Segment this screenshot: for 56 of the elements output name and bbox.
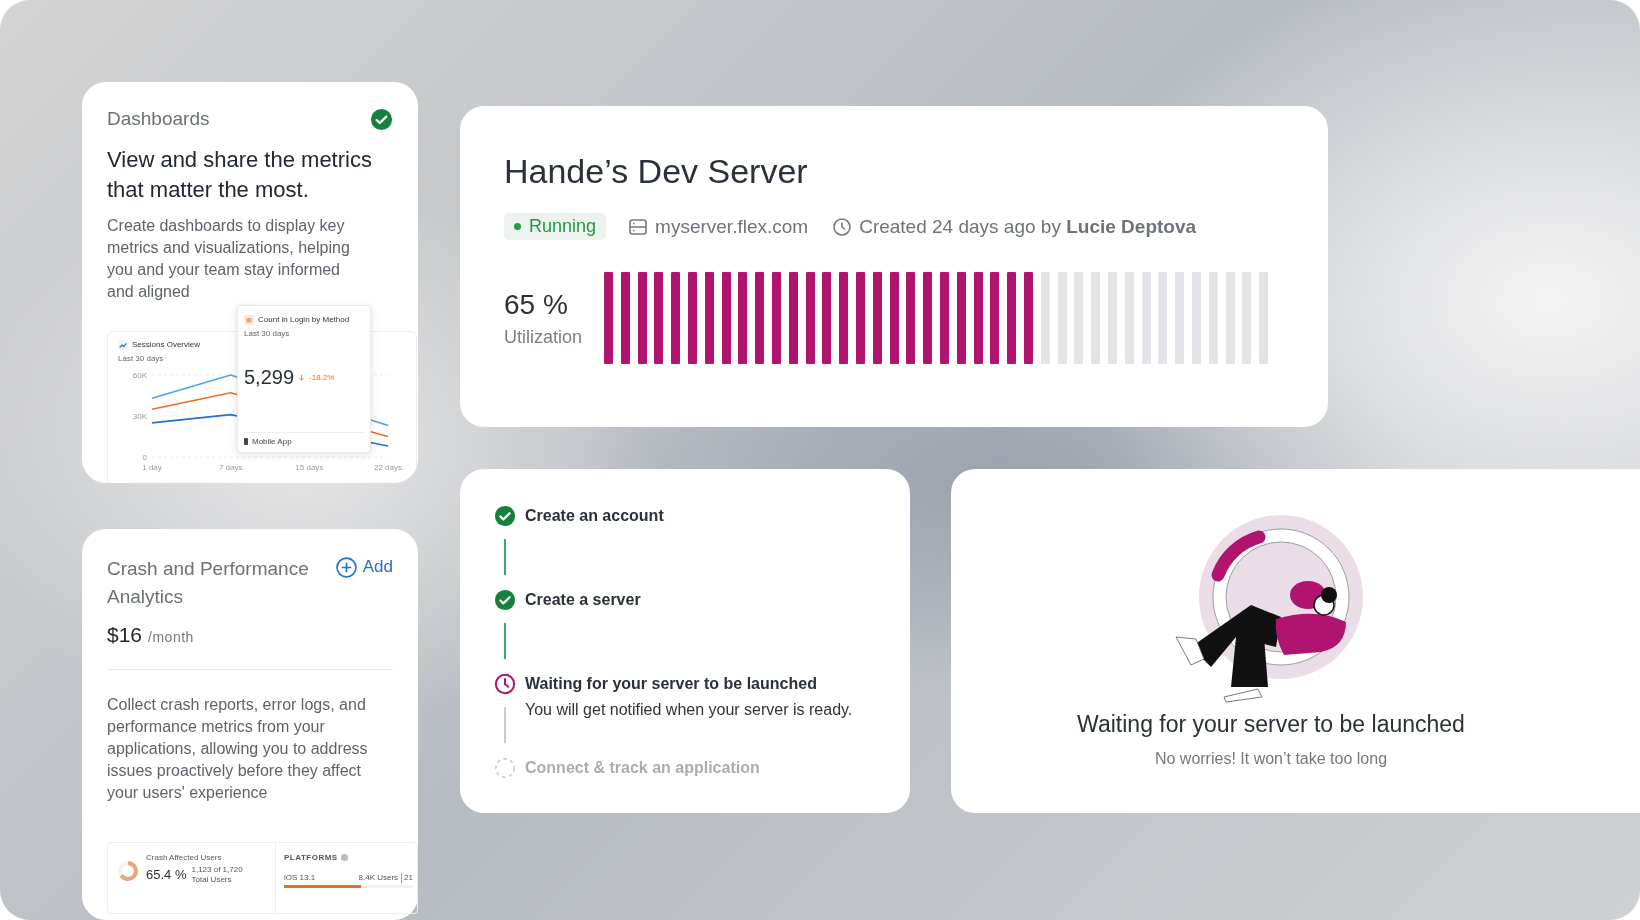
waiting-subtitle: No worries! It won’t take too long — [1154, 750, 1388, 768]
status-badge: Running — [504, 213, 607, 240]
stat-detail: 1,123 of 1,720 — [191, 864, 243, 875]
price: $16 — [107, 622, 143, 647]
panel-subtitle: Last 30 days — [244, 328, 291, 338]
axis-label: 30K — [132, 411, 147, 421]
panel-title: Sessions Overview — [132, 340, 201, 350]
down-arrow-icon — [298, 373, 306, 381]
step-title: Create a server — [525, 591, 641, 609]
axis-label: 0 — [142, 452, 147, 462]
card-title: Crash and Performance Analytics — [107, 556, 310, 609]
stat-value: 65.4 % — [146, 867, 187, 883]
donut-icon — [116, 858, 140, 883]
card-heading: View and share the metrics that matter the most. — [107, 146, 373, 204]
utilization-label: Utilization — [504, 326, 583, 348]
panel-subtitle: Last 30 days — [118, 353, 165, 363]
step-title: Create an account — [525, 507, 664, 525]
metric-change: -18.2% — [309, 372, 335, 382]
stat-detail: Total Users — [191, 874, 233, 885]
axis-label: 22 days — [374, 462, 402, 472]
help-icon — [340, 854, 348, 862]
price-period: /month — [148, 628, 194, 645]
step-title: Connect & track an application — [525, 759, 760, 777]
server-host: myserver.flex.com — [655, 215, 809, 238]
card-description: Create dashboards to display key metrics and visualizations, helping you and your team stay informed and aligned — [107, 216, 351, 302]
axis-label: 60K — [132, 370, 147, 380]
platforms-label: PLATFORMS — [284, 852, 338, 863]
panel-title: Count in Login by Method — [258, 315, 350, 325]
pending-circle-icon — [494, 757, 516, 779]
check-icon — [494, 589, 516, 611]
card-description: Collect crash reports, error logs, and performance metrics from your applications, allowing you to address issues proactively before they affect your users' experience — [107, 694, 369, 803]
axis-label: 1 day — [142, 462, 162, 472]
calendar-icon — [244, 314, 254, 325]
stat-label: Crash Affected Users — [146, 852, 223, 863]
axis-label: 7 days — [218, 462, 243, 472]
metric-value: 5,299 — [244, 365, 295, 389]
clock-icon — [494, 673, 516, 695]
axis-label: 15 days — [295, 462, 324, 472]
card-label: Dashboards — [107, 108, 210, 130]
step-title: Waiting for your server to be launched — [525, 675, 818, 693]
utilization-value: 65 % — [504, 288, 569, 321]
plus-icon — [335, 556, 357, 578]
waiting-title: Waiting for your server to be launched — [1077, 711, 1465, 738]
phone-icon — [244, 437, 248, 445]
panel-footer: Mobile App — [252, 436, 292, 446]
platform-name: iOS 13.1 — [284, 872, 316, 883]
check-icon — [494, 505, 516, 527]
clock-icon — [832, 216, 853, 237]
trend-icon — [118, 339, 128, 350]
created-info: Created 24 days ago by Lucie Deptova — [859, 215, 1197, 238]
platform-users: 8.4K Users — [358, 872, 399, 883]
platform-value: 21 — [401, 872, 413, 883]
add-link[interactable]: Add — [335, 556, 393, 578]
step-note: You will get notified when your server is ready. — [525, 701, 853, 719]
server-icon — [628, 216, 649, 237]
server-title: Hande’s Dev Server — [504, 152, 809, 191]
